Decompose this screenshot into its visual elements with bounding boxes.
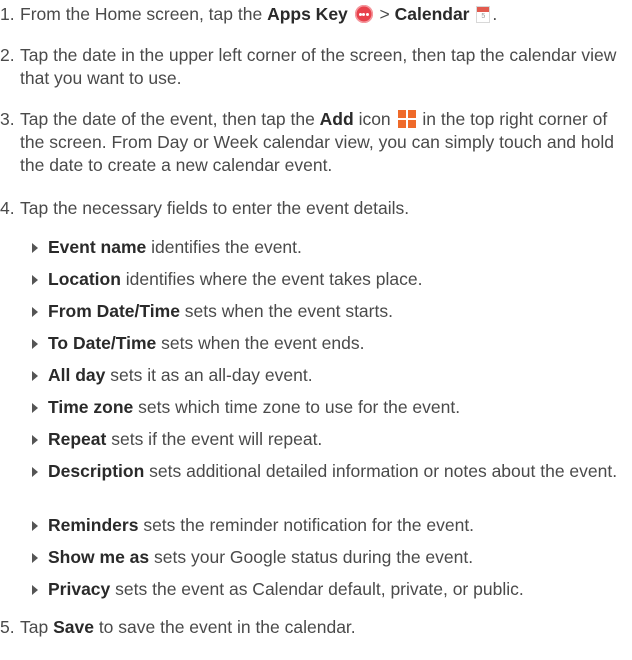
bullet-triangle-icon	[32, 307, 38, 317]
bullet-triangle-icon	[32, 275, 38, 285]
bullet-triangle-icon	[32, 585, 38, 595]
bullet-triangle-icon	[32, 553, 38, 563]
field-term: Time zone	[48, 397, 134, 417]
bullet-triangle-icon	[32, 371, 38, 381]
field-term: Location	[48, 269, 121, 289]
add-icon	[397, 110, 416, 128]
list-item: To Date/Time sets when the event ends.	[32, 332, 630, 355]
bullet-triangle-icon	[32, 435, 38, 445]
field-term: Privacy	[48, 579, 111, 599]
step-5: 5. Tap Save to save the event in the cal…	[0, 616, 630, 639]
field-desc: sets when the event starts.	[179, 301, 393, 321]
field-desc: sets the event as Calendar default, priv…	[110, 579, 524, 599]
step-1: 1. From the Home screen, tap the Apps Ke…	[0, 3, 630, 26]
bullet-triangle-icon	[32, 243, 38, 253]
step-number: 4.	[0, 198, 15, 218]
field-term: Description	[48, 461, 145, 481]
list-item: All day sets it as an all-day event.	[32, 364, 630, 387]
calendar-icon: 5	[476, 6, 491, 23]
list-item: Description sets additional detailed inf…	[32, 460, 630, 483]
field-term: From Date/Time	[48, 301, 180, 321]
field-desc: sets when the event ends.	[156, 333, 365, 353]
step-number: 1.	[0, 4, 15, 24]
field-desc: sets if the event will repeat.	[106, 429, 323, 449]
field-desc: sets it as an all-day event.	[105, 365, 313, 385]
step-2: 2. Tap the date in the upper left corner…	[0, 44, 630, 90]
list-item: Location identifies where the event take…	[32, 268, 630, 291]
add-label: Add	[319, 109, 354, 129]
field-desc: identifies the event.	[146, 237, 302, 257]
instructions-document: 1. From the Home screen, tap the Apps Ke…	[0, 0, 632, 660]
step-text: Tap the date of the event, then tap the …	[20, 109, 614, 175]
list-item: Repeat sets if the event will repeat.	[32, 428, 630, 451]
field-term: All day	[48, 365, 106, 385]
list-item: Privacy sets the event as Calendar defau…	[32, 578, 630, 601]
list-item: Show me as sets your Google status durin…	[32, 546, 630, 569]
list-item: Time zone sets which time zone to use fo…	[32, 396, 630, 419]
step-4: 4. Tap the necessary fields to enter the…	[0, 197, 630, 220]
field-desc: sets additional detailed information or …	[144, 461, 618, 481]
apps-key-icon	[354, 5, 373, 23]
calendar-label: Calendar	[394, 4, 470, 24]
step-text: From the Home screen, tap the Apps Key >…	[20, 4, 498, 24]
step-number: 3.	[0, 109, 15, 129]
field-desc: identifies where the event takes place.	[120, 269, 423, 289]
field-term: Reminders	[48, 515, 139, 535]
list-item: Event name identifies the event.	[32, 236, 630, 259]
field-desc: sets which time zone to use for the even…	[133, 397, 461, 417]
step-number: 5.	[0, 617, 15, 637]
step-text: Tap the necessary fields to enter the ev…	[20, 198, 410, 218]
step-text: Tap Save to save the event in the calend…	[20, 617, 356, 637]
field-term: To Date/Time	[48, 333, 157, 353]
field-term: Event name	[48, 237, 147, 257]
bullet-triangle-icon	[32, 403, 38, 413]
field-desc: sets your Google status during the event…	[149, 547, 474, 567]
field-desc: sets the reminder notification for the e…	[138, 515, 475, 535]
list-item: Reminders sets the reminder notification…	[32, 514, 630, 537]
step-number: 2.	[0, 45, 15, 65]
step-text: Tap the date in the upper left corner of…	[20, 45, 617, 88]
apps-key-label: Apps Key	[267, 4, 348, 24]
field-term: Show me as	[48, 547, 150, 567]
field-term: Repeat	[48, 429, 107, 449]
bullet-triangle-icon	[32, 339, 38, 349]
save-label: Save	[53, 617, 94, 637]
bullet-triangle-icon	[32, 467, 38, 477]
step-3: 3. Tap the date of the event, then tap t…	[0, 108, 630, 177]
list-item: From Date/Time sets when the event start…	[32, 300, 630, 323]
bullet-triangle-icon	[32, 521, 38, 531]
